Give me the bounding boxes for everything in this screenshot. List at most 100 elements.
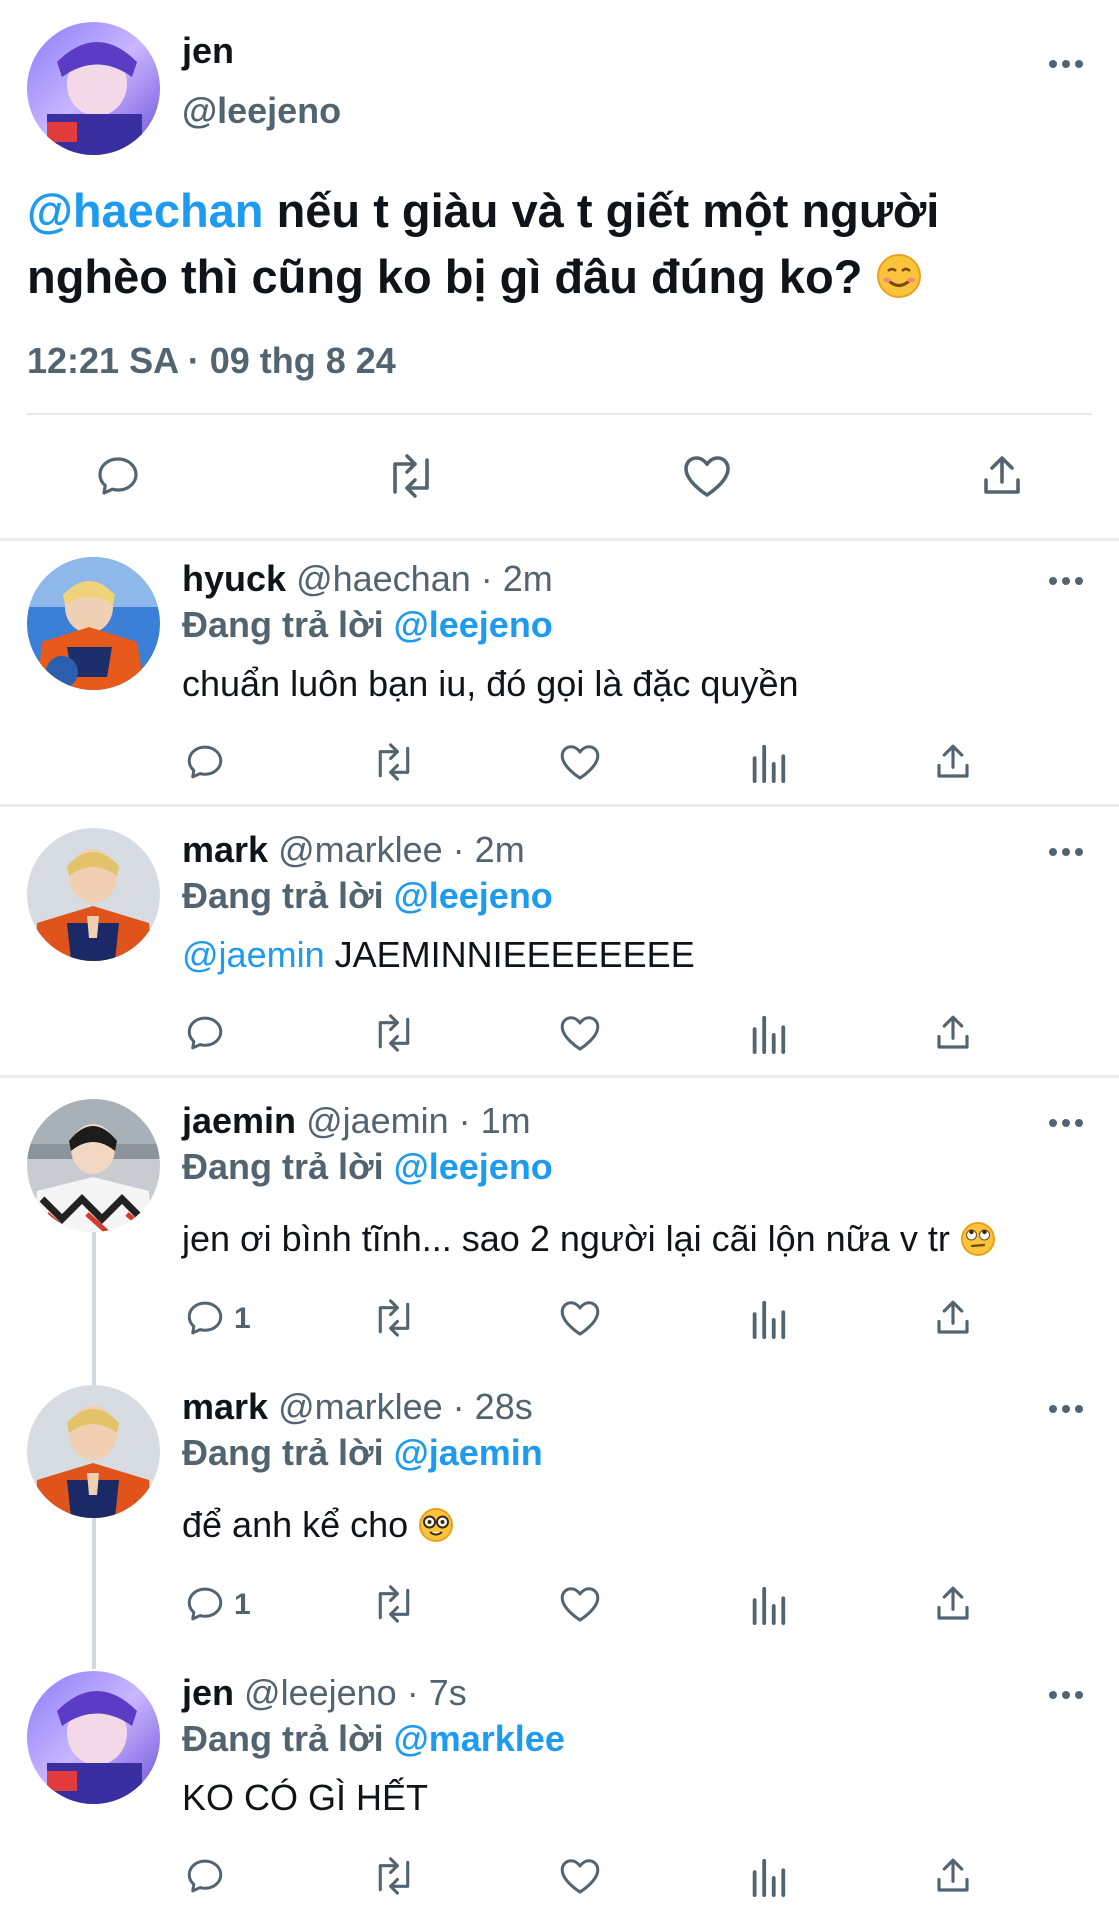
replying-prefix: Đang trả lời — [182, 1718, 384, 1759]
replying-to-link[interactable]: @leejeno — [394, 875, 553, 916]
reply-text: chuẩn luôn bạn iu, đó gọi là đặc quyền — [182, 663, 799, 704]
like-icon[interactable] — [681, 452, 733, 500]
reply-header: mark @marklee · 28s — [182, 1386, 533, 1428]
more-icon[interactable] — [1046, 1399, 1086, 1419]
reply-time[interactable]: 1m — [481, 1100, 531, 1141]
reply-text: jen ơi bình tĩnh... sao 2 người lại cãi … — [182, 1218, 996, 1266]
more-icon[interactable] — [1046, 54, 1086, 74]
author-handle[interactable]: @jaemin — [306, 1100, 449, 1141]
author-handle[interactable]: @marklee — [278, 829, 443, 870]
author-name[interactable]: mark — [182, 1386, 268, 1427]
avatar[interactable] — [27, 22, 160, 155]
avatar[interactable] — [27, 1671, 160, 1804]
replying-to: Đang trả lời @marklee — [182, 1718, 565, 1760]
share-icon[interactable] — [932, 1012, 974, 1054]
replying-to-link[interactable]: @marklee — [394, 1718, 565, 1759]
like-icon[interactable] — [558, 1297, 602, 1339]
avatar[interactable] — [27, 828, 160, 961]
reply-icon[interactable] — [184, 1855, 226, 1897]
separator-dot: · — [442, 1386, 475, 1427]
reply-icon[interactable] — [184, 1583, 226, 1625]
retweet-icon[interactable] — [370, 1012, 418, 1054]
views-icon[interactable] — [748, 1012, 788, 1054]
reply-text: @jaemin JAEMINNIEEEEEEEE — [182, 934, 695, 976]
reply-icon[interactable] — [184, 1012, 226, 1054]
reply-time[interactable]: 2m — [475, 829, 525, 870]
replying-to-link[interactable]: @leejeno — [394, 1146, 553, 1187]
like-icon[interactable] — [558, 1012, 602, 1054]
rolling-eyes-emoji — [960, 1221, 996, 1266]
like-icon[interactable] — [558, 1855, 602, 1897]
reply-icon[interactable] — [184, 1297, 226, 1339]
retweet-icon[interactable] — [370, 1583, 418, 1625]
author-name[interactable]: hyuck — [182, 558, 286, 599]
views-icon[interactable] — [748, 1855, 788, 1897]
reply-time[interactable]: 7s — [429, 1672, 467, 1713]
share-icon[interactable] — [932, 741, 974, 783]
separator-dot: · — [396, 1672, 429, 1713]
smiling-face-emoji — [876, 250, 922, 316]
more-icon[interactable] — [1046, 571, 1086, 591]
share-icon[interactable] — [932, 1297, 974, 1339]
mention-link[interactable]: @haechan — [27, 184, 264, 237]
reply-header: mark @marklee · 2m — [182, 829, 525, 871]
replying-to: Đang trả lời @leejeno — [182, 875, 553, 917]
views-icon[interactable] — [748, 1583, 788, 1625]
more-icon[interactable] — [1046, 1113, 1086, 1133]
author-handle[interactable]: @haechan — [296, 558, 471, 599]
avatar[interactable] — [27, 557, 160, 690]
reply-icon[interactable] — [184, 741, 226, 783]
replying-to-link[interactable]: @jaemin — [394, 1432, 543, 1473]
replying-to: Đang trả lời @leejeno — [182, 1146, 553, 1188]
retweet-icon[interactable] — [370, 1297, 418, 1339]
views-icon[interactable] — [748, 741, 788, 783]
replying-to: Đang trả lời @jaemin — [182, 1432, 543, 1474]
reply-count: 1 — [234, 1588, 251, 1621]
like-icon[interactable] — [558, 741, 602, 783]
author-handle[interactable]: @marklee — [278, 1386, 443, 1427]
reply-count: 1 — [234, 1302, 251, 1335]
reply-body: jen ơi bình tĩnh... sao 2 người lại cãi … — [182, 1218, 950, 1259]
share-icon[interactable] — [932, 1855, 974, 1897]
author-name[interactable]: mark — [182, 829, 268, 870]
separator-dot: · — [442, 829, 475, 870]
reply-header: jaemin @jaemin · 1m — [182, 1100, 531, 1142]
share-icon[interactable] — [932, 1583, 974, 1625]
author-handle[interactable]: @leejeno — [244, 1672, 397, 1713]
replying-prefix: Đang trả lời — [182, 875, 384, 916]
divider — [0, 804, 1119, 807]
divider — [0, 538, 1119, 541]
replying-prefix: Đang trả lời — [182, 1146, 384, 1187]
divider — [27, 413, 1092, 415]
replying-to-link[interactable]: @leejeno — [394, 604, 553, 645]
thread-line — [92, 1518, 96, 1669]
mention-link[interactable]: @jaemin — [182, 934, 325, 975]
tweet-thread: jen @leejeno @haechan nếu t giàu và t gi… — [0, 0, 1119, 1920]
retweet-icon[interactable] — [383, 452, 439, 500]
author-name[interactable]: jen — [182, 1672, 234, 1713]
reply-header: jen @leejeno · 7s — [182, 1672, 467, 1714]
author-name[interactable]: jaemin — [182, 1100, 296, 1141]
share-icon[interactable] — [978, 452, 1026, 500]
reply-time[interactable]: 28s — [475, 1386, 533, 1427]
reply-time[interactable]: 2m — [503, 558, 553, 599]
retweet-icon[interactable] — [370, 1855, 418, 1897]
nerd-face-emoji — [418, 1507, 454, 1552]
more-icon[interactable] — [1046, 1685, 1086, 1705]
avatar[interactable] — [27, 1099, 160, 1232]
thread-line — [92, 1232, 96, 1385]
separator-dot: · — [448, 1100, 481, 1141]
tweet-timestamp[interactable]: 12:21 SA · 09 thg 8 24 — [27, 340, 396, 382]
reply-icon[interactable] — [94, 452, 142, 500]
replying-prefix: Đang trả lời — [182, 604, 384, 645]
reply-body: JAEMINNIEEEEEEEE — [324, 934, 695, 975]
views-icon[interactable] — [748, 1297, 788, 1339]
author-handle[interactable]: @leejeno — [182, 90, 341, 132]
reply-text: để anh kể cho — [182, 1504, 454, 1552]
retweet-icon[interactable] — [370, 741, 418, 783]
avatar[interactable] — [27, 1385, 160, 1518]
more-icon[interactable] — [1046, 842, 1086, 862]
tweet-text: @haechan nếu t giàu và t giết một người … — [27, 178, 1067, 316]
author-name[interactable]: jen — [182, 30, 234, 72]
like-icon[interactable] — [558, 1583, 602, 1625]
